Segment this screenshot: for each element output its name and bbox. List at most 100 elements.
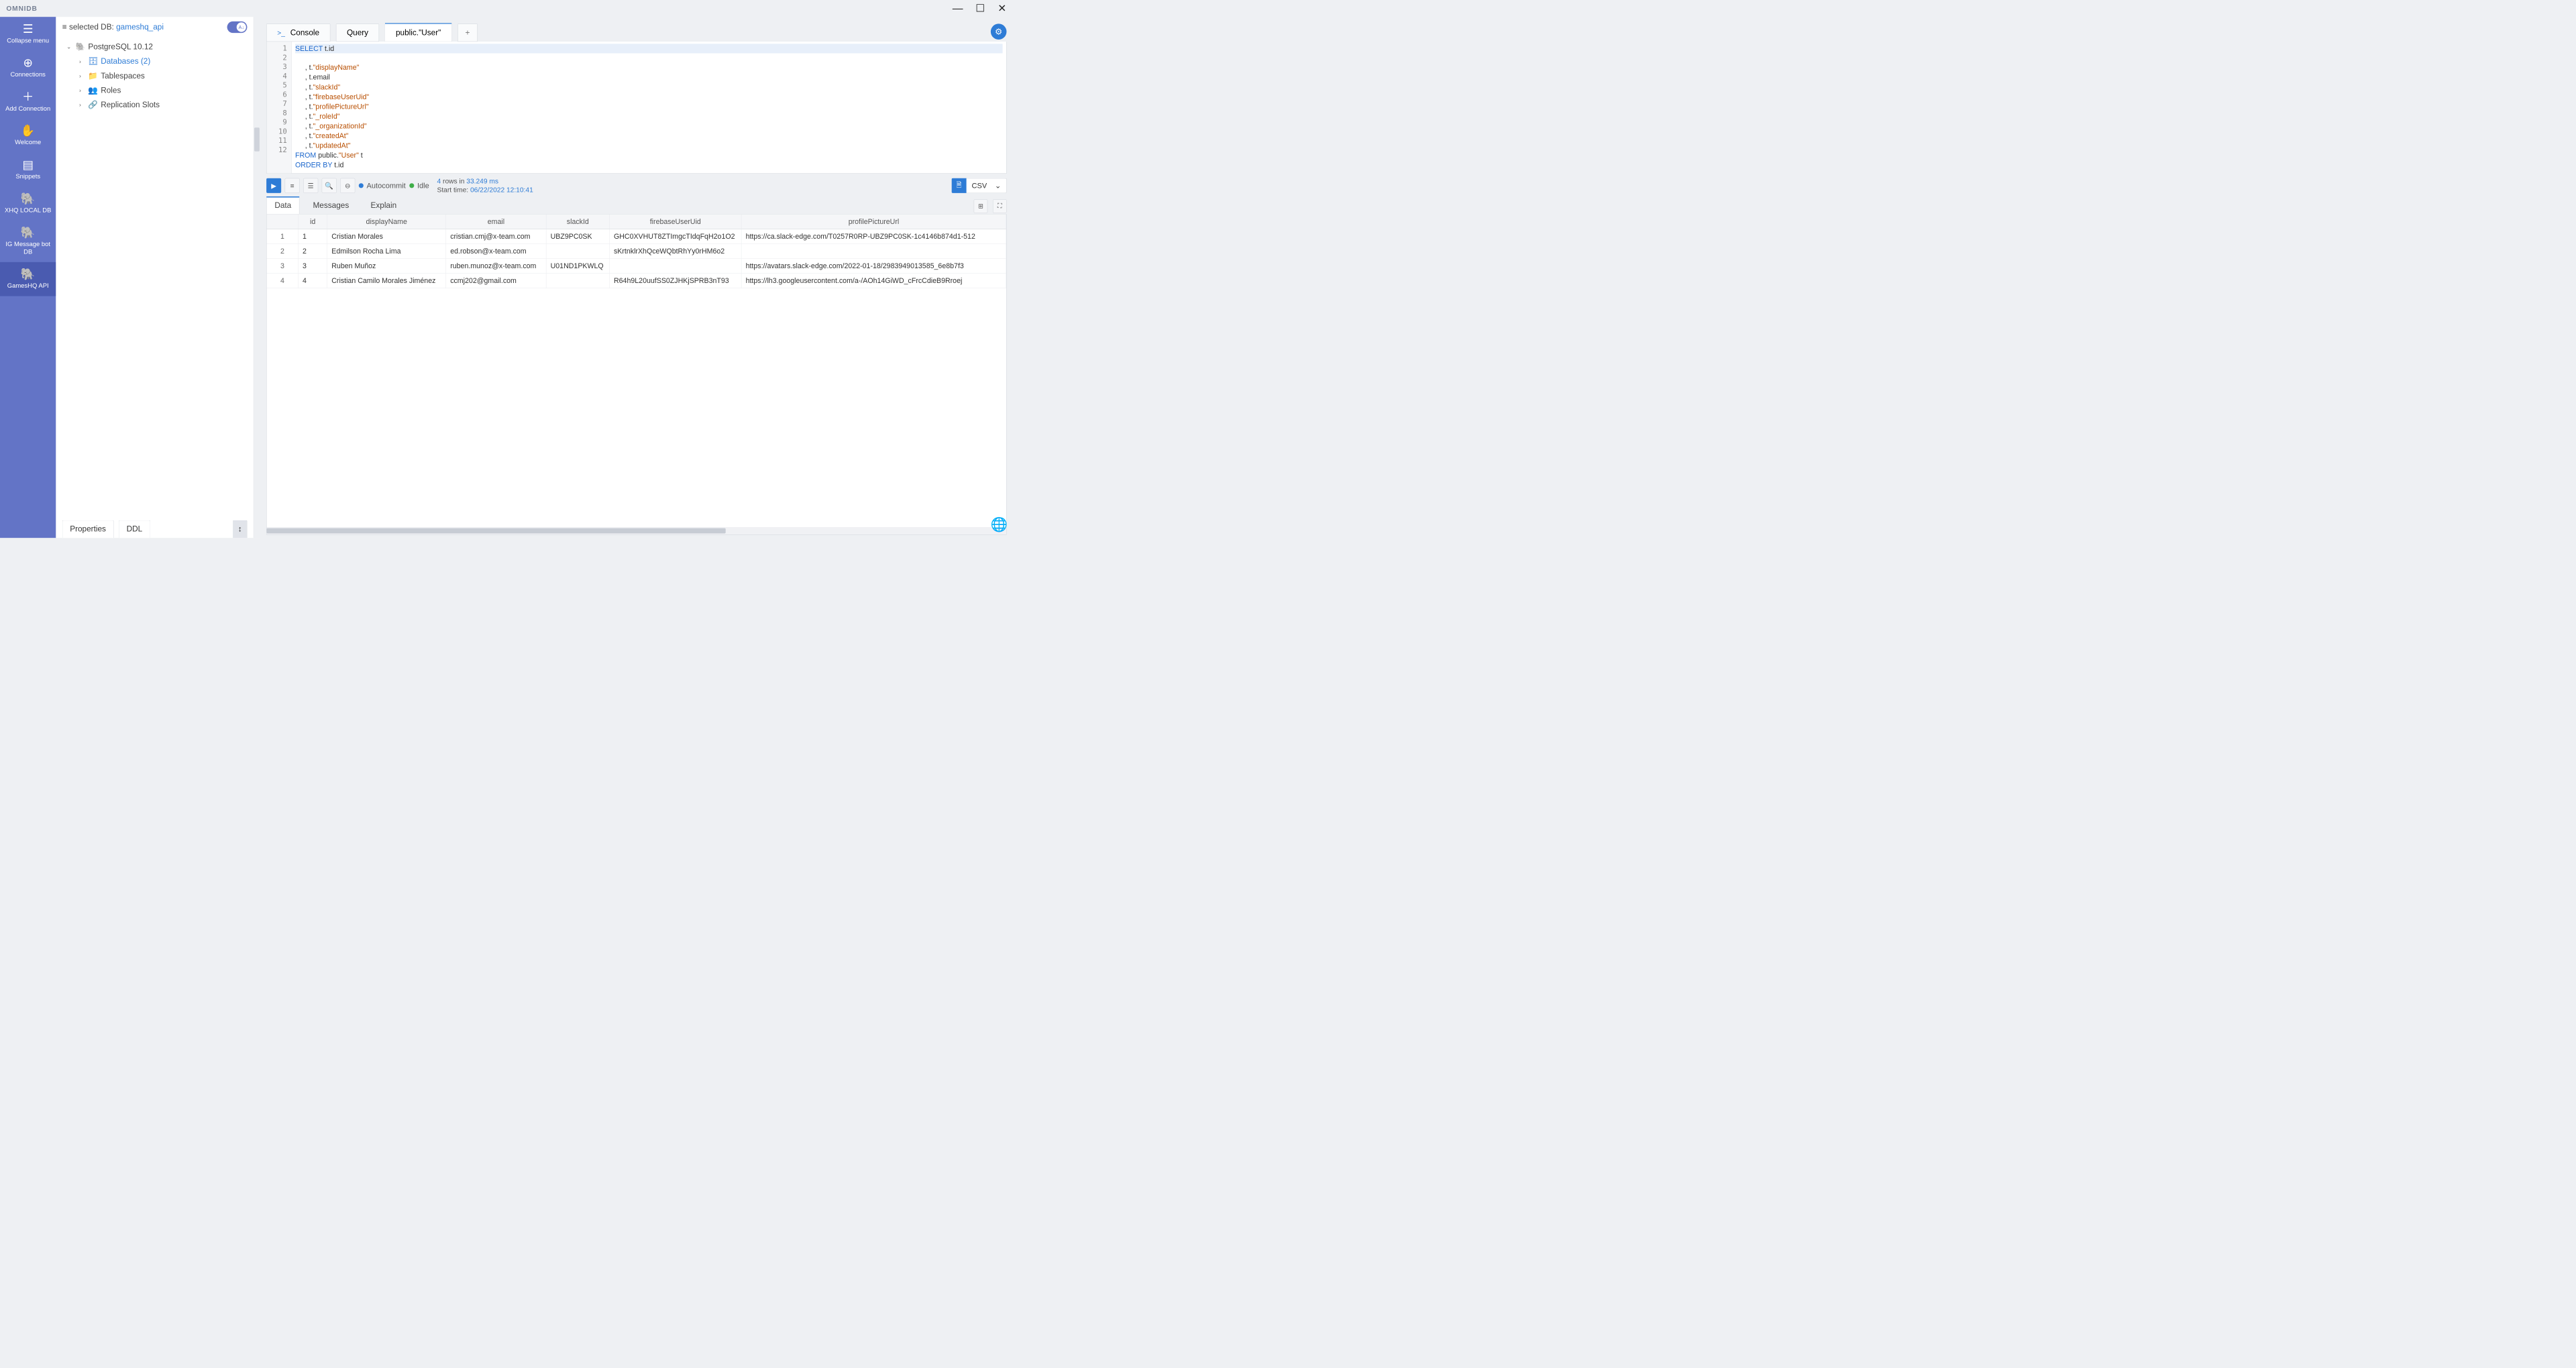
tree-toggle[interactable]: A↓ — [227, 21, 248, 33]
column-header[interactable]: profilePictureUrl — [741, 215, 1006, 229]
vertical-splitter[interactable] — [254, 17, 260, 538]
sql-editor[interactable]: 123456789101112 SELECT t.id , t."display… — [266, 42, 1006, 174]
column-header[interactable]: slackId — [546, 215, 609, 229]
table-cell[interactable]: 3 — [299, 259, 327, 274]
table-cell[interactable]: sKrtnklrXhQceWQbtRhYy0rHM6o2 — [610, 244, 742, 259]
table-cell[interactable]: https://ca.slack-edge.com/T0257R0RP-UBZ9… — [741, 229, 1006, 244]
chevron-down-icon: ⌄ — [66, 44, 72, 50]
table-cell[interactable]: Cristian Morales — [327, 229, 446, 244]
selected-db-name[interactable]: gameshq_api — [116, 23, 164, 32]
export-format-select[interactable]: CSV ⌄ — [967, 178, 1007, 193]
fullscreen-button[interactable]: ⛶ — [993, 199, 1006, 213]
table-cell[interactable]: 4 — [267, 274, 299, 288]
window-minimize-button[interactable]: — — [953, 3, 963, 14]
sidebar-item-snippets[interactable]: ▤Snippets — [0, 153, 56, 187]
list-button[interactable]: ☰ — [303, 178, 318, 193]
find-button[interactable]: 🔍 — [322, 178, 337, 193]
table-cell[interactable]: 2 — [299, 244, 327, 259]
tab-query[interactable]: Query — [336, 23, 379, 42]
tree-node[interactable]: ›🔗Replication Slots — [60, 97, 250, 112]
table-cell[interactable]: UBZ9PC0SK — [546, 229, 609, 244]
column-header[interactable]: email — [446, 215, 546, 229]
sidebar-item-collapse-menu[interactable]: ☰Collapse menu — [0, 17, 56, 51]
table-cell[interactable] — [546, 244, 609, 259]
sidebar-item-ig-message-bot-db[interactable]: 🐘IG Message bot DB — [0, 221, 56, 262]
indent-button[interactable]: ≡ — [285, 178, 300, 193]
horizontal-scrollbar[interactable] — [267, 527, 1007, 534]
tree-node[interactable]: ›👥Roles — [60, 83, 250, 98]
column-header[interactable] — [267, 215, 299, 229]
table-cell[interactable] — [546, 274, 609, 288]
table-cell[interactable]: R64h9L20uufSS0ZJHKjSPRB3nT93 — [610, 274, 742, 288]
sidebar-icon: ＋ — [22, 91, 34, 103]
sidebar-item-xhq-local-db[interactable]: 🐘XHQ LOCAL DB — [0, 186, 56, 221]
sidebar-item-connections[interactable]: ⊕Connections — [0, 51, 56, 85]
table-cell[interactable]: 3 — [267, 259, 299, 274]
table-cell[interactable]: GHC0XVHUT8ZTImgcTIdqFqH2o1O2 — [610, 229, 742, 244]
table-cell[interactable]: 1 — [299, 229, 327, 244]
window-maximize-button[interactable]: ☐ — [975, 3, 985, 14]
idle-label: Idle — [417, 182, 429, 190]
table-row[interactable]: 44Cristian Camilo Morales Jiménezccmj202… — [267, 274, 1007, 288]
table-cell[interactable]: U01ND1PKWLQ — [546, 259, 609, 274]
line-gutter: 123456789101112 — [267, 42, 292, 173]
table-cell[interactable]: https://lh3.googleusercontent.com/a-/AOh… — [741, 274, 1006, 288]
autocommit-label[interactable]: Autocommit — [367, 182, 406, 190]
settings-button[interactable]: ⚙ — [991, 23, 1007, 40]
properties-tab[interactable]: Properties — [62, 520, 114, 538]
autocommit-indicator-icon — [359, 183, 364, 188]
ddl-tab[interactable]: DDL — [119, 520, 150, 538]
scrollbar-thumb[interactable] — [267, 528, 726, 534]
table-cell[interactable]: Cristian Camilo Morales Jiménez — [327, 274, 446, 288]
column-header[interactable]: firebaseUserUid — [610, 215, 742, 229]
table-cell[interactable]: ruben.munoz@x-team.com — [446, 259, 546, 274]
table-cell[interactable]: 2 — [267, 244, 299, 259]
results-grid[interactable]: iddisplayNameemailslackIdfirebaseUserUid… — [266, 214, 1006, 534]
tree-node[interactable]: ›📁Tablespaces — [60, 68, 250, 83]
table-cell[interactable] — [610, 259, 742, 274]
table-cell[interactable]: 1 — [267, 229, 299, 244]
window-close-button[interactable]: ✕ — [998, 3, 1006, 14]
export-format-label: CSV — [972, 182, 987, 190]
tab-add-button[interactable]: + — [458, 23, 478, 42]
table-row[interactable]: 33Ruben Muñozruben.munoz@x-team.comU01ND… — [267, 259, 1007, 274]
tree-node[interactable]: ›🗄Databases (2) — [60, 54, 250, 69]
grid-view-button[interactable]: ⊞ — [974, 199, 987, 213]
result-tab-explain[interactable]: Explain — [362, 197, 405, 214]
column-header[interactable]: displayName — [327, 215, 446, 229]
chevron-right-icon: › — [79, 101, 85, 108]
idle-indicator-icon — [409, 183, 414, 188]
sidebar-label: Welcome — [15, 139, 41, 146]
result-tab-messages[interactable]: Messages — [305, 197, 357, 214]
table-cell[interactable]: Edmilson Rocha Lima — [327, 244, 446, 259]
table-cell[interactable]: ccmj202@gmail.com — [446, 274, 546, 288]
table-cell[interactable]: https://avatars.slack-edge.com/2022-01-1… — [741, 259, 1006, 274]
zoom-button[interactable]: ⊖ — [340, 178, 355, 193]
query-toolbar: ▶ ≡ ☰ 🔍 ⊖ Autocommit Idle 4 rows in 33.2… — [266, 174, 1006, 194]
sidebar-item-welcome[interactable]: ✋Welcome — [0, 119, 56, 153]
table-cell[interactable]: ed.robson@x-team.com — [446, 244, 546, 259]
table-cell[interactable] — [741, 244, 1006, 259]
postgres-icon: 🐘 — [75, 42, 84, 52]
tab-console[interactable]: >_ Console — [266, 23, 330, 42]
toggle-knob-icon: A↓ — [237, 22, 246, 32]
panel-resize-button[interactable]: ↕ — [233, 520, 247, 538]
tab-active-query[interactable]: public."User" — [385, 23, 452, 42]
grid-header: iddisplayNameemailslackIdfirebaseUserUid… — [267, 215, 1007, 229]
table-cell[interactable]: cristian.cmj@x-team.com — [446, 229, 546, 244]
run-button[interactable]: ▶ — [266, 178, 281, 193]
table-row[interactable]: 11Cristian Moralescristian.cmj@x-team.co… — [267, 229, 1007, 244]
tree-server-node[interactable]: ⌄ 🐘 PostgreSQL 10.12 — [60, 40, 250, 54]
tree-node-icon: 🔗 — [88, 100, 97, 109]
rows-count: 4 — [437, 177, 441, 185]
table-cell[interactable]: Ruben Muñoz — [327, 259, 446, 274]
export-button[interactable]: 🗎 CSV ⌄ — [952, 178, 1007, 193]
sidebar-item-gameshq-api[interactable]: 🐘GamesHQ API — [0, 262, 56, 296]
table-row[interactable]: 22Edmilson Rocha Limaed.robson@x-team.co… — [267, 244, 1007, 259]
result-tab-data[interactable]: Data — [266, 196, 299, 214]
sidebar-item-add-connection[interactable]: ＋Add Connection — [0, 84, 56, 119]
code-area[interactable]: SELECT t.id , t."displayName" , t.email … — [291, 42, 1006, 173]
column-header[interactable]: id — [299, 215, 327, 229]
table-cell[interactable]: 4 — [299, 274, 327, 288]
sidebar-icon: 🐘 — [21, 268, 36, 280]
